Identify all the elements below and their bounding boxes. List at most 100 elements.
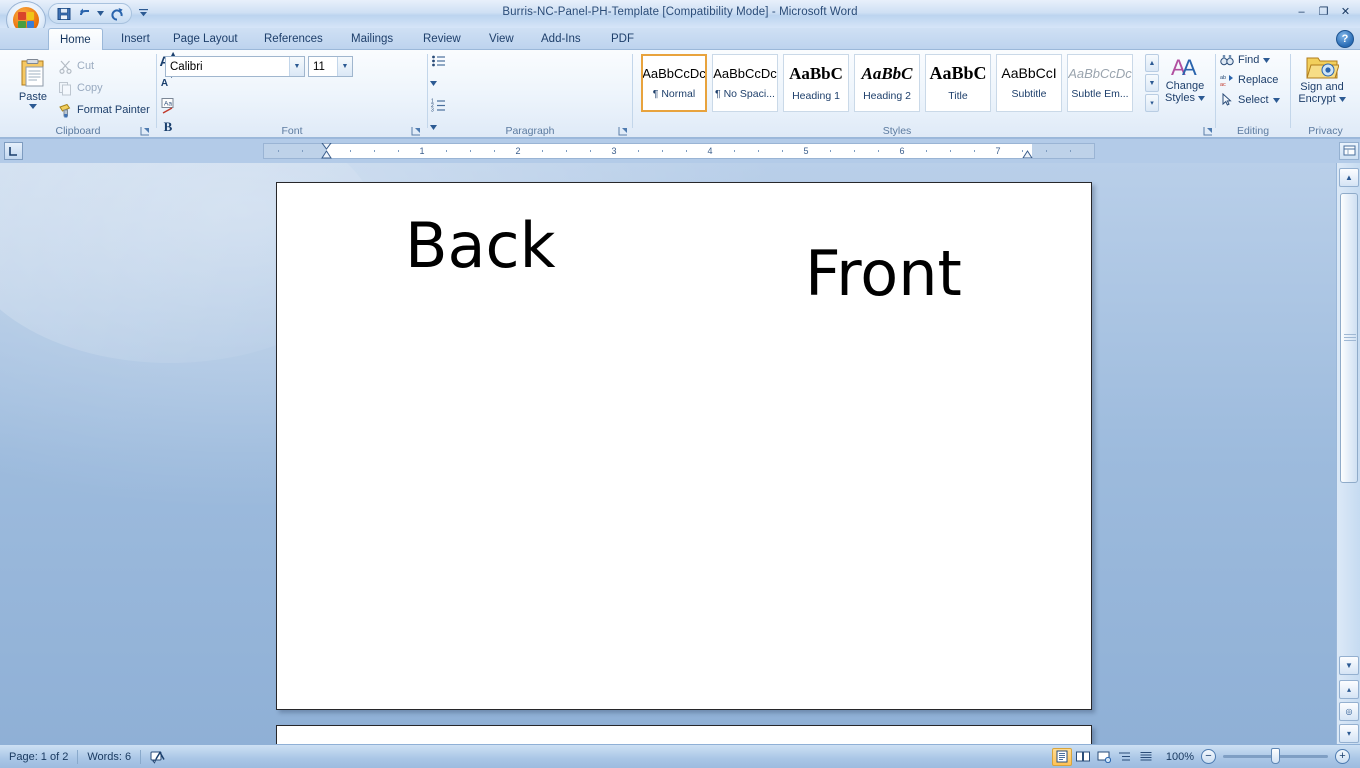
styles-more-button[interactable]: ▾ (1145, 94, 1159, 112)
document-page-2[interactable] (276, 725, 1092, 744)
style-preview: AaBbCcDc (1068, 65, 1132, 81)
paste-button[interactable]: Paste (11, 54, 55, 116)
zoom-out-button[interactable]: − (1201, 749, 1216, 764)
tab-references[interactable]: References (253, 28, 334, 50)
help-icon[interactable]: ? (1336, 30, 1354, 48)
clear-formatting-button[interactable]: Aa (157, 94, 179, 116)
full-screen-reading-view-button[interactable] (1073, 748, 1093, 766)
style-heading-2[interactable]: AaBbC Heading 2 (854, 54, 920, 112)
paste-dropdown-icon (29, 104, 37, 109)
bullets-button[interactable] (428, 50, 450, 72)
styles-scroll-up-button[interactable]: ▲ (1145, 54, 1159, 72)
style-label: ¶ No Spaci... (715, 87, 775, 100)
ribbon-group-clipboard: Paste Cut Copy Format Painter Clipboard (0, 50, 156, 138)
numbering-button[interactable]: 123 (428, 94, 450, 116)
clipboard-dialog-launcher[interactable] (139, 125, 150, 136)
style-subtle-emphasis[interactable]: AaBbCcDc Subtle Em... (1067, 54, 1133, 112)
vertical-scrollbar[interactable]: ▲ ▼ ▴ ◎ ▾ (1336, 142, 1360, 744)
tab-home[interactable]: Home (48, 28, 103, 50)
change-styles-button[interactable]: A A Change Styles (1162, 50, 1208, 116)
clear-formatting-icon: Aa (161, 97, 173, 114)
window-title: Burris-NC-Panel-PH-Template [Compatibili… (502, 6, 858, 18)
style-label: Subtitle (1011, 88, 1047, 100)
view-ruler-toggle-button[interactable] (1339, 142, 1359, 160)
chevron-down-icon (1338, 96, 1346, 102)
find-label: Find (1238, 54, 1260, 66)
scroll-down-button[interactable]: ▼ (1339, 656, 1359, 675)
format-painter-label: Format Painter (77, 104, 150, 116)
ribbon-group-editing: Find ab ac Replace Select Editing (1216, 50, 1290, 138)
style-heading-1[interactable]: AaBbC Heading 1 (783, 54, 849, 112)
font-name-dropdown-icon[interactable]: ▼ (289, 57, 304, 76)
numbering-icon: 123 (431, 99, 445, 113)
ruler-right-margin (1032, 144, 1094, 158)
zoom-level-label[interactable]: 100% (1166, 751, 1194, 763)
minimize-icon[interactable]: – (1291, 3, 1312, 20)
document-canvas[interactable]: Back Front (0, 163, 1336, 744)
proofing-status-button[interactable] (141, 747, 175, 767)
tab-pdf[interactable]: PDF (600, 28, 645, 50)
scroll-up-button[interactable]: ▲ (1339, 168, 1359, 187)
tab-view[interactable]: View (478, 28, 525, 50)
restore-icon[interactable]: ❐ (1313, 3, 1334, 20)
next-page-button[interactable]: ▾ (1339, 724, 1359, 743)
outline-icon (1118, 752, 1130, 761)
copy-label: Copy (77, 82, 103, 94)
web-layout-view-button[interactable] (1094, 748, 1114, 766)
tab-stop-selector-button[interactable] (4, 142, 23, 160)
right-indent-marker[interactable] (1022, 150, 1033, 158)
styles-scroll-down-button[interactable]: ▼ (1145, 74, 1159, 92)
style-normal[interactable]: AaBbCcDc ¶ Normal (641, 54, 707, 112)
find-button[interactable]: Find (1216, 50, 1290, 70)
tab-page-layout[interactable]: Page Layout (162, 28, 249, 50)
privacy-group-label: Privacy (1308, 125, 1343, 137)
view-ruler-icon (1343, 145, 1355, 156)
font-size-input[interactable]: 11 ▼ (308, 56, 353, 77)
bullets-dropdown-button[interactable] (428, 72, 439, 94)
tab-mailings[interactable]: Mailings (340, 28, 404, 50)
copy-icon (59, 81, 71, 95)
word-count[interactable]: Words: 6 (78, 747, 140, 767)
previous-page-button[interactable]: ▴ (1339, 680, 1359, 699)
select-button[interactable]: Select (1216, 90, 1290, 110)
chevron-down-icon (1263, 57, 1271, 63)
close-icon[interactable]: ✕ (1335, 3, 1356, 20)
tab-review[interactable]: Review (412, 28, 472, 50)
format-painter-button[interactable]: Format Painter (55, 100, 154, 120)
document-page-1[interactable]: Back Front (276, 182, 1092, 710)
status-bar: Page: 1 of 2 Words: 6 100% − + (0, 744, 1360, 768)
ruler-number: 6 (899, 146, 905, 156)
select-browse-object-button[interactable]: ◎ (1339, 702, 1359, 721)
zoom-slider[interactable] (1223, 748, 1328, 764)
tab-insert[interactable]: Insert (110, 28, 161, 50)
style-no-spacing[interactable]: AaBbCcDc ¶ No Spaci... (712, 54, 778, 112)
first-line-indent-marker[interactable] (321, 143, 332, 159)
page-indicator[interactable]: Page: 1 of 2 (0, 747, 77, 767)
scrollbar-thumb[interactable] (1340, 193, 1358, 483)
zoom-in-button[interactable]: + (1335, 749, 1350, 764)
cut-button[interactable]: Cut (55, 56, 98, 76)
sign-and-encrypt-button[interactable]: Sign and Encrypt (1291, 50, 1353, 116)
ribbon: Paste Cut Copy Format Painter Clipboard … (0, 50, 1360, 482)
font-name-input[interactable]: Calibri ▼ (165, 56, 305, 77)
styles-dialog-launcher[interactable] (1202, 125, 1213, 136)
replace-button[interactable]: ab ac Replace (1216, 70, 1290, 90)
style-subtitle[interactable]: AaBbCcI Subtitle (996, 54, 1062, 112)
clipboard-group-label: Clipboard (55, 125, 101, 137)
outline-view-button[interactable] (1115, 748, 1135, 766)
font-size-dropdown-icon[interactable]: ▼ (337, 57, 352, 76)
copy-button[interactable]: Copy (55, 78, 107, 98)
tab-add-ins[interactable]: Add-Ins (530, 28, 592, 50)
document-text-front[interactable]: Front (805, 243, 962, 305)
font-dialog-launcher[interactable] (410, 125, 421, 136)
change-styles-label-2: Styles (1165, 92, 1205, 104)
zoom-slider-handle[interactable] (1271, 748, 1280, 764)
ruler-number: 7 (995, 146, 1001, 156)
style-title[interactable]: AaBbC Title (925, 54, 991, 112)
paragraph-dialog-launcher[interactable] (617, 125, 628, 136)
horizontal-ruler[interactable]: 1 2 3 4 5 6 7 (263, 143, 1095, 159)
draft-view-button[interactable] (1136, 748, 1156, 766)
print-layout-view-button[interactable] (1051, 747, 1072, 766)
document-text-back[interactable]: Back (405, 215, 556, 277)
ribbon-group-font: Calibri ▼ 11 ▼ A ▲ A ▼ Aa B I (157, 50, 427, 394)
